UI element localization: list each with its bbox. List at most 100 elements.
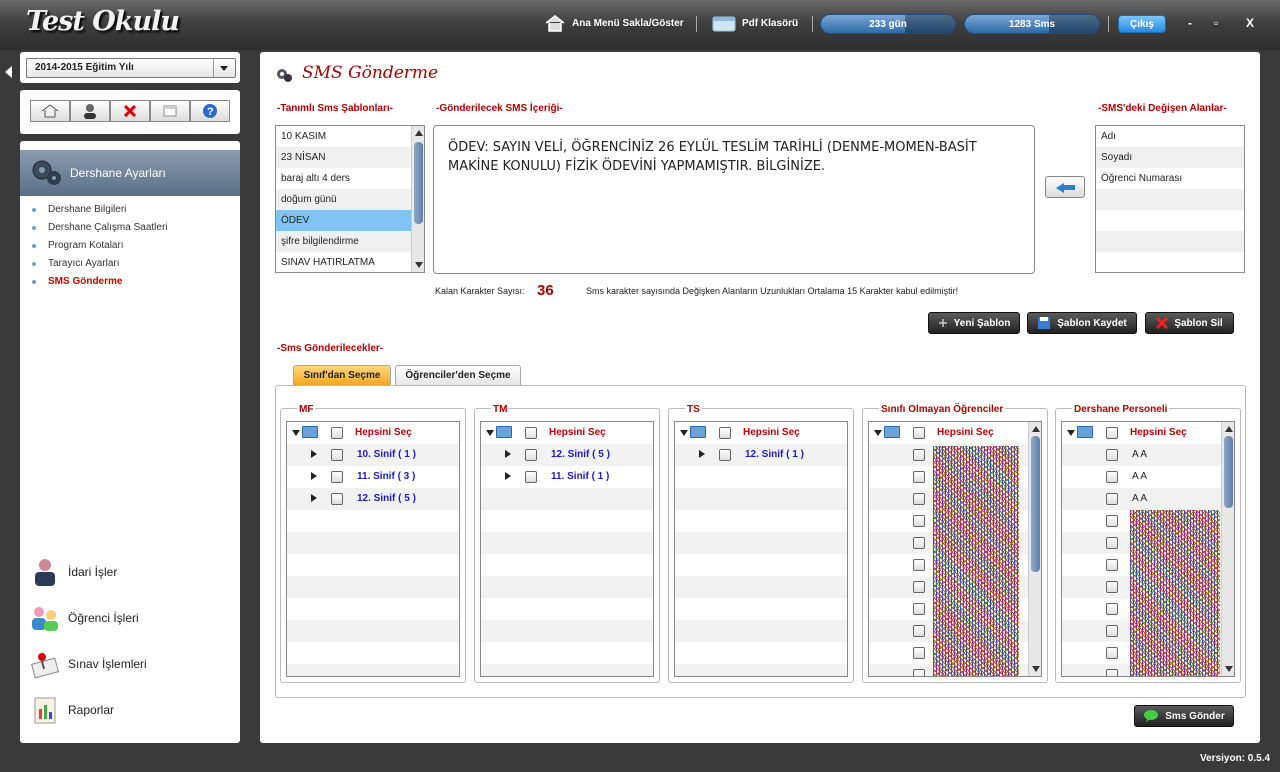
checkbox[interactable] <box>913 537 925 549</box>
module-raporlar[interactable]: Raporlar <box>30 695 114 725</box>
tree-row[interactable]: 11. Sinif ( 3 ) <box>287 466 459 488</box>
delete-template-button[interactable]: Şablon Sil <box>1145 312 1234 334</box>
list-item[interactable]: şifre bilgilendirme <box>276 231 424 252</box>
checkbox[interactable] <box>1106 669 1118 676</box>
calendar-icon[interactable] <box>150 100 190 122</box>
module-idari-isler[interactable]: İdari İşler <box>30 557 117 587</box>
scroll-up-icon[interactable] <box>1032 426 1040 432</box>
checkbox[interactable] <box>913 559 925 571</box>
checkbox[interactable] <box>331 427 343 439</box>
nav-section-header[interactable]: Dershane Ayarları <box>20 150 240 196</box>
checkbox[interactable] <box>913 449 925 461</box>
checkbox[interactable] <box>913 493 925 505</box>
checkbox[interactable] <box>525 427 537 439</box>
expand-icon[interactable] <box>505 472 511 480</box>
templates-list[interactable]: 10 KASIM 23 NİSAN baraj altı 4 ders doğu… <box>275 125 425 273</box>
templates-scrollbar[interactable] <box>411 126 424 272</box>
nav-item-calisma-saatleri[interactable]: Dershane Çalışma Saatleri <box>30 220 168 238</box>
list-item[interactable]: 10 KASIM <box>276 126 424 147</box>
scroll-down-icon[interactable] <box>1032 666 1040 672</box>
list-item[interactable]: baraj altı 4 ders <box>276 168 424 189</box>
tree-root-row[interactable]: Hepsini Seç <box>481 422 653 444</box>
list-item[interactable]: doğum günü <box>276 189 424 210</box>
help-icon[interactable]: ? <box>190 100 230 122</box>
tab-class-select[interactable]: Sınıf'dan Seçme <box>293 365 391 385</box>
nav-item-program-kotalari[interactable]: Program Kotaları <box>30 238 168 256</box>
send-sms-button[interactable]: Sms Gönder <box>1134 705 1234 727</box>
tree-root-row[interactable]: Hepsini Seç <box>675 422 847 444</box>
maximize-icon[interactable]: ▫ <box>1214 16 1218 30</box>
minimize-icon[interactable]: - <box>1188 16 1192 30</box>
list-item[interactable]: Soyadı <box>1096 147 1244 168</box>
tree-row[interactable]: 11. Sinif ( 1 ) <box>481 466 653 488</box>
collapse-sidebar-icon[interactable] <box>5 66 12 78</box>
close-icon[interactable]: X <box>1246 16 1254 30</box>
tree-root-row[interactable]: Hepsini Seç <box>1062 422 1234 444</box>
tree-row[interactable]: 12. Sinif ( 5 ) <box>287 488 459 510</box>
group-scrollbar[interactable] <box>1028 422 1041 676</box>
checkbox[interactable] <box>913 471 925 483</box>
user-icon[interactable] <box>70 100 110 122</box>
group-scrollbar[interactable] <box>1221 422 1234 676</box>
checkbox[interactable] <box>525 471 537 483</box>
nav-item-tarayici-ayarlari[interactable]: Tarayıcı Ayarları <box>30 256 168 274</box>
tree-row[interactable]: 12. Sinif ( 5 ) <box>481 444 653 466</box>
variable-fields-list[interactable]: Adı Soyadı Öğrenci Numarası <box>1095 125 1245 273</box>
checkbox[interactable] <box>913 625 925 637</box>
checkbox[interactable] <box>913 515 925 527</box>
checkbox[interactable] <box>1106 493 1118 505</box>
expand-icon[interactable] <box>311 494 317 502</box>
module-ogrenci-isleri[interactable]: Öğrenci İşleri <box>30 603 139 633</box>
checkbox[interactable] <box>719 427 731 439</box>
list-item[interactable]: 23 NİSAN <box>276 147 424 168</box>
new-template-button[interactable]: Yeni Şablon <box>928 312 1020 334</box>
pdf-folder-button[interactable]: Pdf Klasörü <box>712 14 798 32</box>
expand-icon[interactable] <box>505 450 511 458</box>
checkbox[interactable] <box>1106 537 1118 549</box>
home-icon[interactable] <box>30 100 70 122</box>
checkbox[interactable] <box>913 647 925 659</box>
expand-icon[interactable] <box>680 430 688 436</box>
tree-row[interactable]: A A <box>1062 488 1234 510</box>
menu-toggle-button[interactable]: Ana Menü Sakla/Göster <box>544 14 684 32</box>
checkbox[interactable] <box>1106 581 1118 593</box>
list-item-selected[interactable]: ÖDEV <box>276 210 424 231</box>
checkbox[interactable] <box>331 449 343 461</box>
chevron-down-icon[interactable] <box>213 59 235 77</box>
checkbox[interactable] <box>1106 625 1118 637</box>
expand-icon[interactable] <box>311 472 317 480</box>
checkbox[interactable] <box>1106 471 1118 483</box>
list-item[interactable]: SINAV HATIRLATMA <box>276 252 424 272</box>
checkbox[interactable] <box>913 581 925 593</box>
expand-icon[interactable] <box>292 430 300 436</box>
expand-icon[interactable] <box>874 430 882 436</box>
checkbox[interactable] <box>913 427 925 439</box>
expand-icon[interactable] <box>486 430 494 436</box>
list-item[interactable]: Adı <box>1096 126 1244 147</box>
tree-root-row[interactable]: Hepsini Seç <box>869 422 1041 444</box>
nav-item-sms-gonderme[interactable]: SMS Gönderme <box>30 274 168 292</box>
nav-item-dershane-bilgileri[interactable]: Dershane Bilgileri <box>30 202 168 220</box>
sms-content-textarea[interactable]: ÖDEV: SAYIN VELİ, ÖĞRENCİNİZ 26 EYLÜL TE… <box>433 125 1035 274</box>
tree-row[interactable]: 10. Sinif ( 1 ) <box>287 444 459 466</box>
scroll-thumb[interactable] <box>414 142 423 224</box>
insert-field-arrow-icon[interactable] <box>1045 176 1085 198</box>
expand-icon[interactable] <box>311 450 317 458</box>
delete-icon[interactable] <box>110 100 150 122</box>
scroll-up-icon[interactable] <box>415 130 423 136</box>
exit-button[interactable]: Çıkış <box>1118 15 1166 33</box>
checkbox[interactable] <box>913 669 925 676</box>
tree-row[interactable]: A A <box>1062 444 1234 466</box>
expand-icon[interactable] <box>1067 430 1075 436</box>
checkbox[interactable] <box>1106 515 1118 527</box>
scroll-thumb[interactable] <box>1224 436 1233 508</box>
scroll-down-icon[interactable] <box>1225 666 1233 672</box>
scroll-down-icon[interactable] <box>415 262 423 268</box>
module-sinav-islemleri[interactable]: Sınav İşlemleri <box>30 649 147 679</box>
checkbox[interactable] <box>719 449 731 461</box>
checkbox[interactable] <box>913 603 925 615</box>
year-select[interactable]: 2014-2015 Eğitim Yılı <box>26 58 236 78</box>
expand-icon[interactable] <box>699 450 705 458</box>
tree-row[interactable]: 12. Sinif ( 1 ) <box>675 444 847 466</box>
checkbox[interactable] <box>1106 427 1118 439</box>
